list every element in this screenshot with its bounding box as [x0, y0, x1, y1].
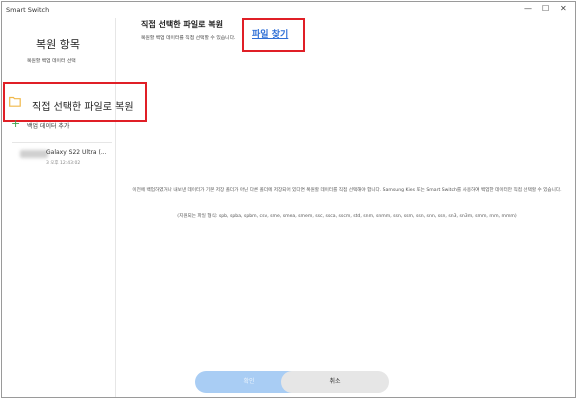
page-subtitle: 복원할 백업 데이터를 직접 선택할 수 있습니다. — [141, 36, 236, 41]
blurred-text — [20, 150, 48, 158]
plus-icon[interactable]: + — [11, 118, 20, 129]
supported-formats: (지원되는 파일 형식: spb, spba, spbm, csv, sme, … — [177, 214, 517, 219]
app-window: Smart Switch — ☐ ✕ 복원 항목 복원할 백업 데이터 선택 직… — [1, 1, 576, 398]
sidebar-subtitle: 복원할 백업 데이터 선택 — [27, 59, 76, 64]
title-bar: Smart Switch — ☐ ✕ — [2, 2, 575, 18]
sidebar-divider — [12, 142, 112, 143]
page-title: 직접 선택한 파일로 복원 — [141, 20, 223, 29]
folder-icon — [9, 96, 21, 107]
add-backup-button[interactable]: 백업 데이터 추가 — [27, 121, 69, 130]
sidebar-title: 복원 항목 — [36, 38, 80, 51]
app-title: Smart Switch — [6, 6, 50, 14]
sidebar — [2, 18, 116, 397]
backup-date: 3 오후 12:43:02 — [46, 161, 81, 166]
backup-item[interactable]: Galaxy S22 Ultra (... 3 오후 12:43:02 — [2, 148, 115, 172]
find-file-link[interactable]: 파일 찾기 — [252, 27, 288, 40]
maximize-icon[interactable]: ☐ — [542, 4, 549, 14]
select-files-option[interactable]: 직접 선택한 파일로 복원 — [32, 98, 134, 113]
cancel-button[interactable]: 취소 — [281, 371, 389, 393]
minimize-icon[interactable]: — — [524, 4, 532, 14]
info-text: 이전에 백업하였거나 내보낸 데이터가 기본 저장 폴더가 아닌 다른 폴더에 … — [132, 188, 562, 193]
backup-device-name: Galaxy S22 Ultra (... — [46, 149, 107, 156]
close-icon[interactable]: ✕ — [560, 4, 567, 14]
